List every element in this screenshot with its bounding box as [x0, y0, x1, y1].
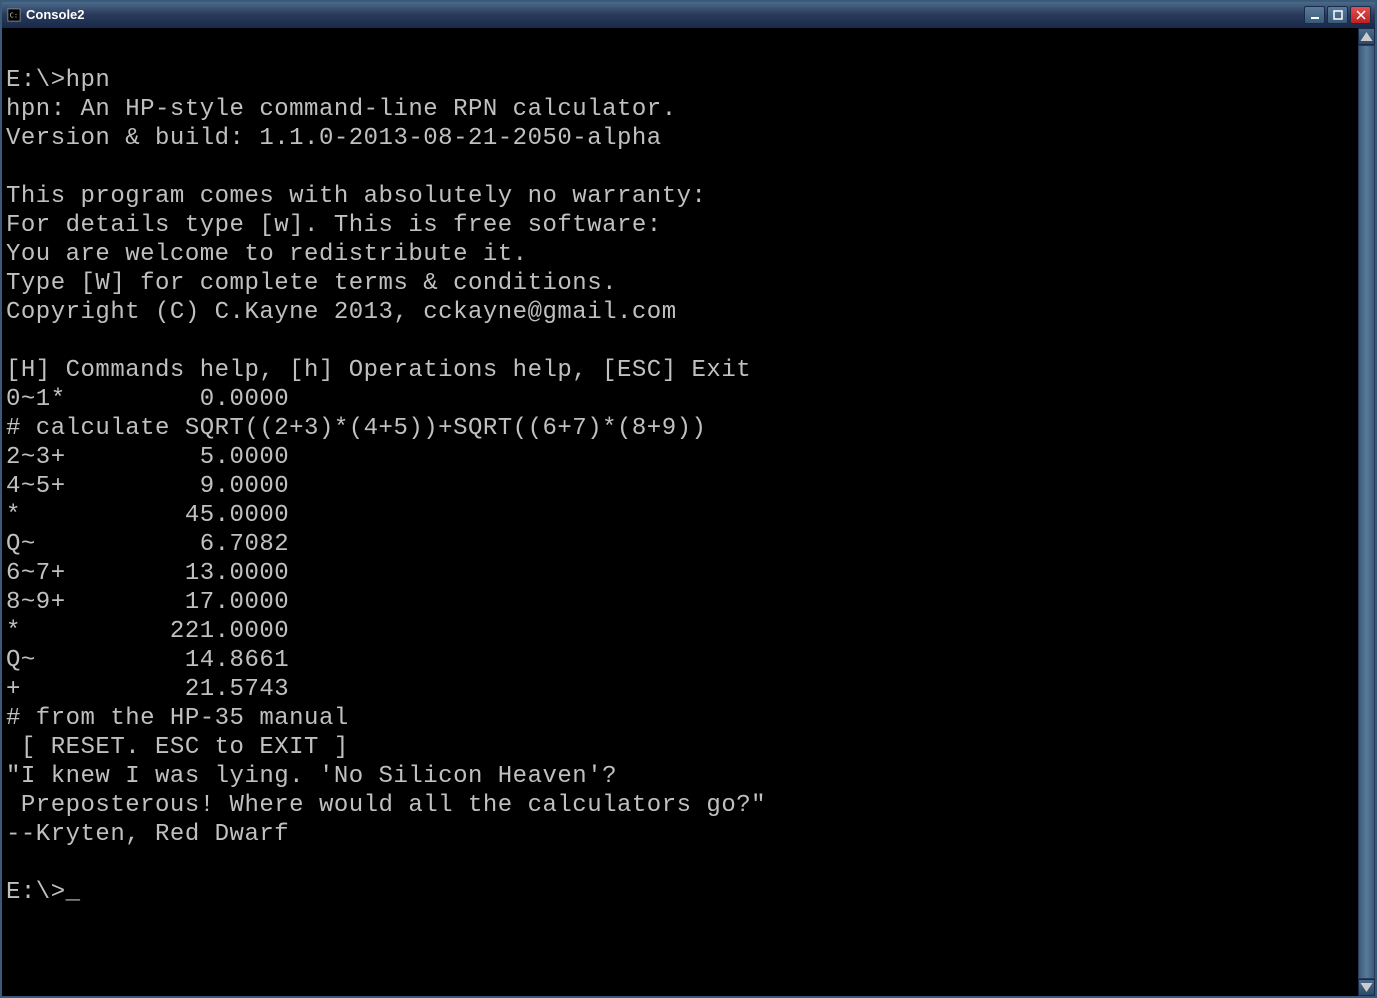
scroll-down-button[interactable]: [1358, 979, 1375, 996]
svg-text:C:: C:: [10, 11, 18, 19]
minimize-button[interactable]: [1304, 6, 1325, 24]
app-icon: C:: [6, 7, 22, 23]
scrollbar-thumb[interactable]: [1358, 45, 1375, 979]
content-wrapper: E:\>hpn hpn: An HP-style command-line RP…: [2, 28, 1375, 996]
window-controls: [1304, 6, 1371, 24]
scrollbar-track[interactable]: [1358, 45, 1375, 979]
cursor: _: [66, 878, 81, 907]
maximize-button[interactable]: [1327, 6, 1348, 24]
titlebar[interactable]: C: Console2: [2, 2, 1375, 28]
terminal-output[interactable]: E:\>hpn hpn: An HP-style command-line RP…: [2, 28, 1358, 996]
console-window: C: Console2 E:\>hpn hpn: An HP-style com…: [0, 0, 1377, 998]
scroll-up-button[interactable]: [1358, 28, 1375, 45]
close-button[interactable]: [1350, 6, 1371, 24]
window-title: Console2: [26, 7, 1304, 22]
vertical-scrollbar[interactable]: [1358, 28, 1375, 996]
